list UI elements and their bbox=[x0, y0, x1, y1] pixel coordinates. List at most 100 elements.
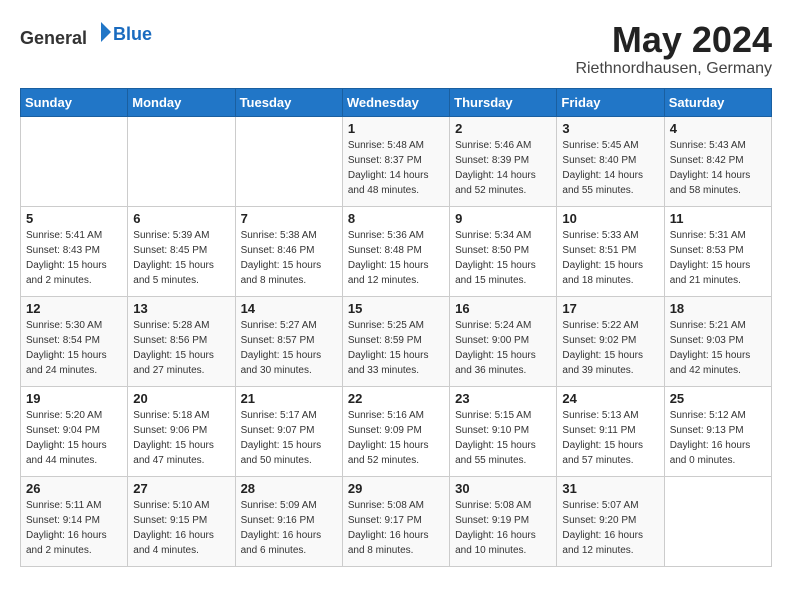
day-info: Daylight: 15 hours bbox=[133, 258, 229, 273]
day-info: Sunrise: 5:45 AM bbox=[562, 138, 658, 153]
month-year-title: May 2024 bbox=[575, 20, 772, 60]
day-info: Sunset: 9:11 PM bbox=[562, 423, 658, 438]
calendar-header-row: Sunday Monday Tuesday Wednesday Thursday… bbox=[21, 88, 772, 116]
table-row: 27Sunrise: 5:10 AMSunset: 9:15 PMDayligh… bbox=[128, 476, 235, 566]
day-info: Daylight: 16 hours bbox=[455, 528, 551, 543]
table-row bbox=[664, 476, 771, 566]
day-info: Sunrise: 5:43 AM bbox=[670, 138, 766, 153]
day-info: and 2 minutes. bbox=[26, 273, 122, 288]
day-info: and 44 minutes. bbox=[26, 453, 122, 468]
day-number: 25 bbox=[670, 391, 766, 406]
day-info: Sunset: 9:15 PM bbox=[133, 513, 229, 528]
day-info: Sunset: 8:37 PM bbox=[348, 153, 444, 168]
day-info: and 21 minutes. bbox=[670, 273, 766, 288]
day-info: Daylight: 15 hours bbox=[348, 258, 444, 273]
header-friday: Friday bbox=[557, 88, 664, 116]
day-info: Sunset: 9:02 PM bbox=[562, 333, 658, 348]
day-info: Sunrise: 5:24 AM bbox=[455, 318, 551, 333]
day-info: Daylight: 14 hours bbox=[348, 168, 444, 183]
day-info: Daylight: 15 hours bbox=[562, 438, 658, 453]
day-info: Sunrise: 5:17 AM bbox=[241, 408, 337, 423]
table-row: 3Sunrise: 5:45 AMSunset: 8:40 PMDaylight… bbox=[557, 116, 664, 206]
logo: General Blue bbox=[20, 20, 152, 49]
table-row bbox=[128, 116, 235, 206]
day-number: 29 bbox=[348, 481, 444, 496]
header-wednesday: Wednesday bbox=[342, 88, 449, 116]
table-row: 4Sunrise: 5:43 AMSunset: 8:42 PMDaylight… bbox=[664, 116, 771, 206]
table-row: 12Sunrise: 5:30 AMSunset: 8:54 PMDayligh… bbox=[21, 296, 128, 386]
logo-blue-text: Blue bbox=[113, 24, 152, 44]
title-block: May 2024 Riethnordhausen, Germany bbox=[575, 20, 772, 78]
day-info: and 33 minutes. bbox=[348, 363, 444, 378]
day-info: and 4 minutes. bbox=[133, 543, 229, 558]
day-info: Daylight: 15 hours bbox=[26, 438, 122, 453]
day-info: Daylight: 16 hours bbox=[562, 528, 658, 543]
day-info: Daylight: 16 hours bbox=[670, 438, 766, 453]
day-info: Sunrise: 5:07 AM bbox=[562, 498, 658, 513]
day-info: Sunrise: 5:39 AM bbox=[133, 228, 229, 243]
day-info: Daylight: 15 hours bbox=[26, 348, 122, 363]
day-number: 6 bbox=[133, 211, 229, 226]
day-info: and 10 minutes. bbox=[455, 543, 551, 558]
calendar-week-row: 19Sunrise: 5:20 AMSunset: 9:04 PMDayligh… bbox=[21, 386, 772, 476]
day-info: and 57 minutes. bbox=[562, 453, 658, 468]
table-row: 24Sunrise: 5:13 AMSunset: 9:11 PMDayligh… bbox=[557, 386, 664, 476]
day-info: Sunset: 9:16 PM bbox=[241, 513, 337, 528]
day-info: Sunrise: 5:22 AM bbox=[562, 318, 658, 333]
day-info: Sunrise: 5:38 AM bbox=[241, 228, 337, 243]
table-row: 8Sunrise: 5:36 AMSunset: 8:48 PMDaylight… bbox=[342, 206, 449, 296]
day-info: Sunrise: 5:18 AM bbox=[133, 408, 229, 423]
calendar-week-row: 26Sunrise: 5:11 AMSunset: 9:14 PMDayligh… bbox=[21, 476, 772, 566]
day-info: Sunrise: 5:21 AM bbox=[670, 318, 766, 333]
day-number: 2 bbox=[455, 121, 551, 136]
table-row: 23Sunrise: 5:15 AMSunset: 9:10 PMDayligh… bbox=[450, 386, 557, 476]
day-number: 20 bbox=[133, 391, 229, 406]
day-info: Daylight: 15 hours bbox=[133, 348, 229, 363]
day-number: 5 bbox=[26, 211, 122, 226]
day-info: and 48 minutes. bbox=[348, 183, 444, 198]
day-info: Sunrise: 5:30 AM bbox=[26, 318, 122, 333]
day-number: 15 bbox=[348, 301, 444, 316]
day-info: Daylight: 16 hours bbox=[133, 528, 229, 543]
header-sunday: Sunday bbox=[21, 88, 128, 116]
day-number: 19 bbox=[26, 391, 122, 406]
table-row: 7Sunrise: 5:38 AMSunset: 8:46 PMDaylight… bbox=[235, 206, 342, 296]
day-info: Sunrise: 5:20 AM bbox=[26, 408, 122, 423]
table-row: 26Sunrise: 5:11 AMSunset: 9:14 PMDayligh… bbox=[21, 476, 128, 566]
day-info: Sunset: 9:04 PM bbox=[26, 423, 122, 438]
day-info: and 5 minutes. bbox=[133, 273, 229, 288]
day-info: Sunrise: 5:31 AM bbox=[670, 228, 766, 243]
day-info: and 52 minutes. bbox=[455, 183, 551, 198]
day-info: Sunset: 8:59 PM bbox=[348, 333, 444, 348]
day-info: Sunset: 8:46 PM bbox=[241, 243, 337, 258]
day-info: Sunset: 9:20 PM bbox=[562, 513, 658, 528]
day-number: 16 bbox=[455, 301, 551, 316]
table-row: 16Sunrise: 5:24 AMSunset: 9:00 PMDayligh… bbox=[450, 296, 557, 386]
table-row: 31Sunrise: 5:07 AMSunset: 9:20 PMDayligh… bbox=[557, 476, 664, 566]
day-info: Daylight: 15 hours bbox=[562, 258, 658, 273]
day-info: Sunrise: 5:15 AM bbox=[455, 408, 551, 423]
location-subtitle: Riethnordhausen, Germany bbox=[575, 60, 772, 78]
day-info: Sunset: 8:43 PM bbox=[26, 243, 122, 258]
day-info: Daylight: 15 hours bbox=[670, 258, 766, 273]
day-number: 11 bbox=[670, 211, 766, 226]
day-info: and 8 minutes. bbox=[241, 273, 337, 288]
day-number: 7 bbox=[241, 211, 337, 226]
day-info: Sunrise: 5:36 AM bbox=[348, 228, 444, 243]
day-info: Daylight: 16 hours bbox=[241, 528, 337, 543]
day-info: Sunrise: 5:25 AM bbox=[348, 318, 444, 333]
day-info: Daylight: 15 hours bbox=[562, 348, 658, 363]
day-number: 21 bbox=[241, 391, 337, 406]
table-row: 25Sunrise: 5:12 AMSunset: 9:13 PMDayligh… bbox=[664, 386, 771, 476]
day-number: 1 bbox=[348, 121, 444, 136]
calendar-table: Sunday Monday Tuesday Wednesday Thursday… bbox=[20, 88, 772, 567]
day-number: 24 bbox=[562, 391, 658, 406]
table-row: 15Sunrise: 5:25 AMSunset: 8:59 PMDayligh… bbox=[342, 296, 449, 386]
day-info: Sunset: 8:40 PM bbox=[562, 153, 658, 168]
day-info: Sunset: 9:03 PM bbox=[670, 333, 766, 348]
logo-general-text: General bbox=[20, 28, 87, 48]
table-row: 13Sunrise: 5:28 AMSunset: 8:56 PMDayligh… bbox=[128, 296, 235, 386]
day-info: and 42 minutes. bbox=[670, 363, 766, 378]
day-info: and 2 minutes. bbox=[26, 543, 122, 558]
table-row bbox=[235, 116, 342, 206]
